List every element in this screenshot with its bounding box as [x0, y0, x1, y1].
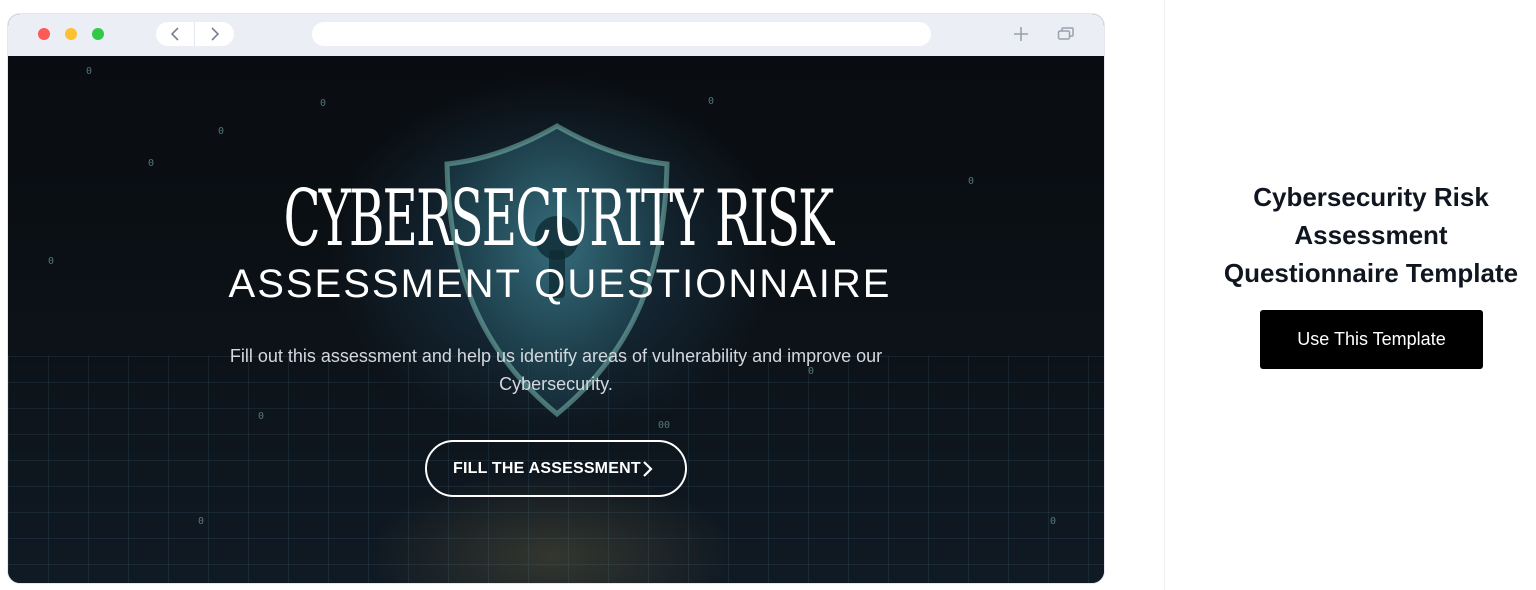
browser-toolbar [8, 14, 1104, 56]
close-dot[interactable] [38, 28, 50, 40]
hero-title: CYBERSECURITY RISK [283, 174, 835, 264]
binary-digit: 0 [1050, 516, 1057, 527]
chevron-left-icon [170, 27, 179, 41]
fill-assessment-button[interactable]: FILL THE ASSESSMENT [425, 440, 687, 497]
hero-description: Fill out this assessment and help us ide… [229, 346, 883, 394]
binary-digit: 0 [218, 126, 225, 137]
plus-icon [1014, 27, 1028, 41]
binary-digit: 0 [258, 411, 265, 422]
fill-assessment-label: FILL THE ASSESSMENT [453, 459, 641, 477]
binary-digit: 0 [968, 176, 975, 187]
hero-section: 0 0 0 0 0 0 0 0 0 00 0 0 CYBERSECURITY R… [8, 56, 1104, 583]
hero-subtitle-title: ASSESSMENT QUESTIONNAIRE [228, 262, 892, 306]
template-title: Cybersecurity Risk Assessment Questionna… [1223, 182, 1519, 288]
binary-digit: 0 [708, 96, 715, 107]
address-bar[interactable] [312, 22, 931, 46]
binary-digit: 0 [148, 158, 155, 169]
back-button[interactable] [156, 22, 195, 46]
chevron-right-icon [643, 461, 653, 477]
maximize-dot[interactable] [92, 28, 104, 40]
use-template-button[interactable]: Use This Template [1260, 310, 1483, 369]
forward-button[interactable] [195, 22, 234, 46]
binary-digit: 00 [658, 420, 671, 431]
binary-digit: 0 [320, 98, 327, 109]
binary-digit: 0 [86, 66, 93, 77]
page: 0 0 0 0 0 0 0 0 0 00 0 0 CYBERSECURITY R… [0, 0, 1536, 590]
tabs-button[interactable] [1056, 24, 1076, 44]
nav-buttons [156, 22, 234, 46]
chevron-right-icon [210, 27, 219, 41]
panel-divider [1164, 0, 1165, 590]
browser-mockup: 0 0 0 0 0 0 0 0 0 00 0 0 CYBERSECURITY R… [8, 14, 1104, 583]
new-tab-button[interactable] [1011, 24, 1031, 44]
tabs-icon [1057, 27, 1074, 40]
minimize-dot[interactable] [65, 28, 77, 40]
binary-digit: 0 [198, 516, 205, 527]
